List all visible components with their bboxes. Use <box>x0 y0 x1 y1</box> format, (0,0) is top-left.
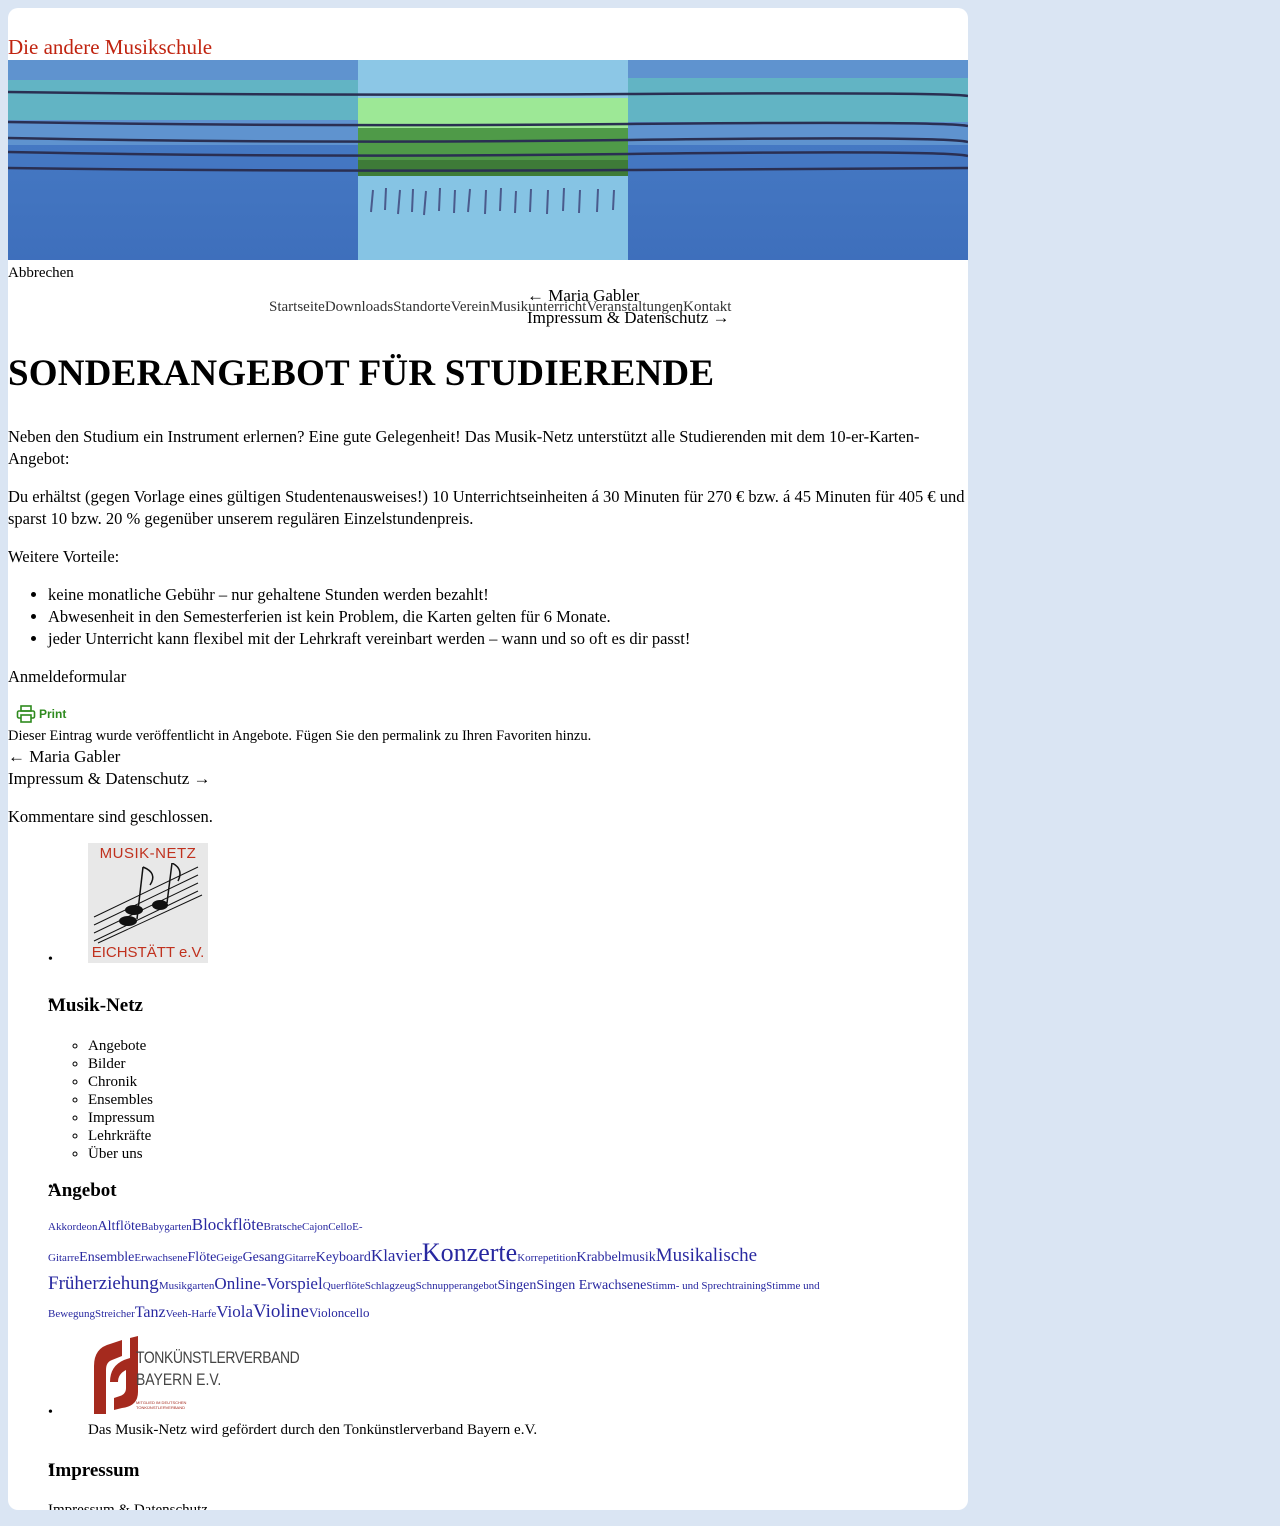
tag-link[interactable]: Tanz <box>135 1304 166 1321</box>
widget-angebot: Angebot AkkordeonAltflöteBabygartenBlock… <box>48 1180 918 1327</box>
tag-link[interactable]: Singen Erwachsene <box>536 1278 646 1293</box>
menu-item-chronik[interactable]: Chronik <box>88 1073 155 1091</box>
nav-item-verein[interactable]: Verein <box>451 299 490 316</box>
tag-link[interactable]: Streicher <box>95 1308 135 1320</box>
tag-link[interactable]: Musikgarten <box>159 1280 215 1292</box>
list-item: keine monatliche Gebühr – nur gehaltene … <box>48 584 968 606</box>
tag-link[interactable]: Konzerte <box>422 1238 517 1267</box>
widget-heading: Musik-Netz <box>48 995 143 1016</box>
post-paragraph: Neben den Studium ein Instrument erlerne… <box>8 427 920 468</box>
menu-item-impressum[interactable]: Impressum <box>88 1109 155 1127</box>
menu-item-bilder[interactable]: Bilder <box>88 1055 155 1073</box>
print-button[interactable]: Print <box>16 705 66 723</box>
comments-closed-notice: Kommentare sind geschlossen. <box>8 807 213 826</box>
tag-link[interactable]: Cajon <box>302 1221 328 1233</box>
tkv-logo[interactable]: TONKÜNSTLERVERBAND BAYERN E.V. MITGLIED … <box>88 1336 303 1418</box>
tag-link[interactable]: Klavier <box>371 1246 422 1265</box>
tag-link[interactable]: Schnupperangebot <box>416 1280 498 1292</box>
list-item: jeder Unterricht kann flexibel mit der L… <box>48 628 968 650</box>
registration-form-link[interactable]: Anmeldeformular <box>8 666 968 688</box>
menu-item-lehrkraefte[interactable]: Lehrkräfte <box>88 1127 155 1145</box>
post-paragraph: Weitere Vorteile: <box>8 547 120 566</box>
tag-link[interactable]: Ensemble <box>79 1250 134 1265</box>
nav-item-standorte[interactable]: Standorte <box>393 299 451 316</box>
page-container: Die andere Musikschule Abbrechen Startse… <box>8 8 968 1510</box>
logo-text-bottom: EICHSTÄTT e.V. <box>91 944 205 961</box>
tag-link[interactable]: Flöte <box>188 1250 217 1265</box>
musik-netz-menu: Angebote Bilder Chronik Ensembles Impres… <box>48 1037 155 1163</box>
widget-heading: Impressum <box>48 1460 140 1481</box>
tag-link[interactable]: Bratsche <box>264 1221 302 1233</box>
tkv-logo-line2: BAYERN E.V. <box>136 1370 222 1389</box>
tag-link[interactable]: Korrepetition <box>517 1252 576 1264</box>
menu-item-ueber-uns[interactable]: Über uns <box>88 1145 155 1163</box>
tag-link[interactable]: Online-Vorspiel <box>214 1274 322 1293</box>
post-title: SONDERANGEBOT FÜR STUDIERENDE <box>8 353 715 394</box>
tag-link[interactable]: Erwachsene <box>134 1252 187 1264</box>
bottom-post-navigation: ← Maria Gabler Impressum & Datenschutz → <box>8 746 211 790</box>
tag-link[interactable]: Schlagzeug <box>365 1280 416 1292</box>
tag-link[interactable]: Akkordeon <box>48 1221 98 1233</box>
post-paragraph: Du erhältst (gegen Vorlage eines gültige… <box>8 487 965 528</box>
tag-link[interactable]: Querflöte <box>323 1280 365 1292</box>
prev-post-link[interactable]: ← Maria Gabler <box>527 285 730 307</box>
menu-item-angebote[interactable]: Angebote <box>88 1037 155 1055</box>
site-title[interactable]: Die andere Musikschule <box>8 35 212 60</box>
printer-icon <box>16 705 36 723</box>
next-post-link[interactable]: Impressum & Datenschutz → <box>527 307 730 329</box>
header-banner-image <box>8 60 968 260</box>
tag-link[interactable]: Geige <box>216 1252 242 1264</box>
impressum-link[interactable]: Impressum & Datenschutz <box>48 1502 208 1510</box>
widget-musik-netz: Musik-Netz Angebote Bilder Chronik Ensem… <box>48 995 155 1163</box>
tkv-caption: Das Musik-Netz wird gefördert durch den … <box>88 1422 538 1438</box>
tag-link[interactable]: Keyboard <box>316 1250 371 1265</box>
cancel-link[interactable]: Abbrechen <box>8 265 74 282</box>
tag-link[interactable]: Stimm- und Sprechtraining <box>646 1280 766 1292</box>
widget-heading: Angebot <box>48 1180 117 1201</box>
tag-link[interactable]: Violoncello <box>309 1305 370 1320</box>
tkv-logo-line1: TONKÜNSTLERVERBAND <box>136 1348 300 1367</box>
advantages-list: keine monatliche Gebühr – nur gehaltene … <box>8 584 968 650</box>
tag-link[interactable]: Violine <box>253 1301 309 1322</box>
tag-link[interactable]: Blockflöte <box>192 1215 264 1234</box>
tag-link[interactable]: Altflöte <box>98 1219 142 1234</box>
widget-impressum: Impressum Impressum & Datenschutz <box>48 1460 208 1510</box>
tag-link[interactable]: Viola <box>216 1302 253 1321</box>
tkv-logo-small: MITGLIED IM DEUTSCHEN TONKÜNSTLERVERBAND <box>136 1400 187 1410</box>
entry-meta: Dieser Eintrag wurde veröffentlicht in A… <box>8 728 592 744</box>
tag-link[interactable]: Gitarre <box>285 1252 316 1264</box>
prev-post-link[interactable]: ← Maria Gabler <box>8 746 211 768</box>
tag-link[interactable]: Singen <box>497 1278 536 1293</box>
tag-link[interactable]: Veeh-Harfe <box>166 1308 217 1320</box>
tag-cloud: AkkordeonAltflöteBabygartenBlockflöteBra… <box>48 1212 918 1327</box>
logo-text-top: MUSIK-NETZ <box>99 845 197 862</box>
menu-item-ensembles[interactable]: Ensembles <box>88 1091 155 1109</box>
tag-link[interactable]: Cello <box>328 1221 352 1233</box>
tag-link[interactable]: Krabbelmusik <box>576 1250 655 1265</box>
top-post-navigation: ← Maria Gabler Impressum & Datenschutz → <box>527 285 730 329</box>
print-label: Print <box>39 707 67 721</box>
bullet-marker: • <box>48 1405 53 1420</box>
tag-link[interactable]: Babygarten <box>141 1221 192 1233</box>
tag-link[interactable]: Gesang <box>243 1250 285 1265</box>
bullet-marker: • <box>48 952 53 967</box>
post-content: Neben den Studium ein Instrument erlerne… <box>8 426 968 704</box>
musik-netz-logo[interactable]: MUSIK-NETZ EICHSTÄTT e.V. <box>88 843 208 963</box>
nav-item-downloads[interactable]: Downloads <box>325 299 393 316</box>
next-post-link[interactable]: Impressum & Datenschutz → <box>8 768 211 790</box>
music-notes-icon <box>93 863 203 944</box>
nav-item-startseite[interactable]: Startseite <box>269 299 325 316</box>
list-item: Abwesenheit in den Semesterferien ist ke… <box>48 606 968 628</box>
